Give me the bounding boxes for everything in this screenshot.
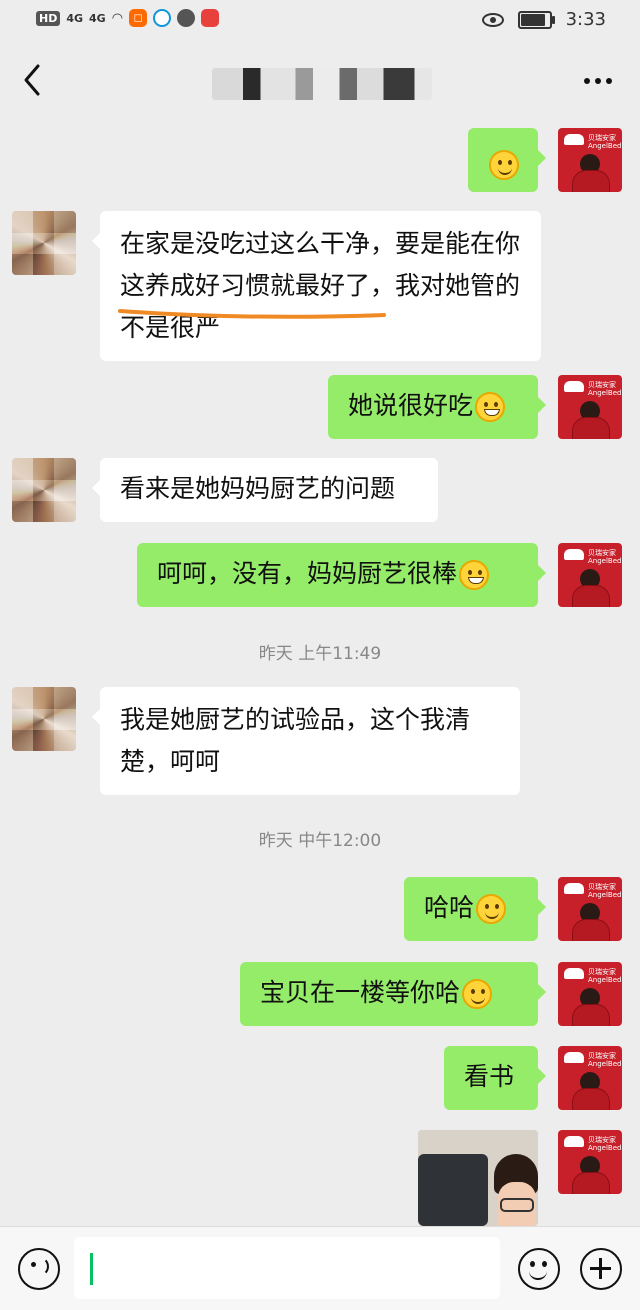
contact-avatar[interactable] (12, 458, 76, 522)
news-app-icon (201, 9, 220, 27)
timestamp: 昨天 中午12:00 (258, 831, 382, 851)
message-bubble[interactable]: 我是她厨艺的试验品，这个我清楚，呵呵 (92, 687, 520, 795)
message-row: 贝瑞安家 AngelBed (0, 1130, 640, 1226)
wifi-icon: ◠ (111, 10, 124, 26)
chevron-left-icon (24, 64, 40, 96)
message-bubble[interactable]: 呵呵，没有，妈妈厨艺很棒 (137, 543, 546, 607)
message-row: 哈哈 贝瑞安家 AngelBed (0, 877, 640, 943)
emoji-icon[interactable] (518, 1248, 560, 1290)
voice-icon[interactable] (18, 1248, 60, 1290)
message-bubble[interactable]: 看书 (444, 1046, 546, 1110)
message-icon (177, 9, 196, 27)
my-avatar[interactable]: 贝瑞安家 AngelBed (558, 1046, 622, 1110)
photo-message[interactable] (418, 1130, 538, 1226)
smiley-emoji-icon (489, 150, 519, 180)
message-bubble[interactable]: 哈哈 (404, 877, 546, 941)
back-button[interactable] (18, 60, 48, 100)
grin-emoji-icon (459, 560, 490, 590)
message-bubble[interactable]: 她说很好吃 (328, 375, 546, 439)
grin-emoji-icon (475, 392, 506, 422)
clock: 3:33 (565, 9, 606, 30)
message-row: 她说很好吃 贝瑞安家 AngelBed (0, 375, 640, 441)
chat-header (0, 48, 640, 118)
my-avatar[interactable]: 贝瑞安家 AngelBed (558, 375, 622, 439)
message-row: 看书 贝瑞安家 AngelBed (0, 1046, 640, 1112)
message-row: 在家是没吃过这么干净，要是能在你这养成好习惯就最好了，我对她管的不是很严 (0, 211, 640, 361)
my-avatar[interactable]: 贝瑞安家 AngelBed (558, 128, 622, 192)
message-bubble[interactable]: 宝贝在一楼等你哈 (240, 962, 546, 1026)
chat-title (212, 68, 432, 100)
hd-indicator: HD (36, 10, 61, 26)
app-notification-icon: ◻ (129, 9, 148, 27)
message-row: 我是她厨艺的试验品，这个我清楚，呵呵 (0, 687, 640, 795)
message-bubble[interactable]: 在家是没吃过这么干净，要是能在你这养成好习惯就最好了，我对她管的不是很严 (92, 211, 541, 361)
smiley-emoji-icon (476, 894, 507, 924)
my-avatar[interactable]: 贝瑞安家 AngelBed (558, 1130, 622, 1194)
message-row: 看来是她妈妈厨艺的问题 (0, 458, 640, 524)
more-button[interactable] (584, 68, 612, 94)
contact-avatar[interactable] (12, 211, 76, 275)
message-row: 呵呵，没有，妈妈厨艺很棒 贝瑞安家 AngelBed (0, 543, 640, 609)
timestamp: 昨天 上午11:49 (258, 644, 382, 664)
message-bubble[interactable]: 看来是她妈妈厨艺的问题 (92, 458, 438, 522)
message-row: 贝瑞安家 AngelBed (0, 128, 640, 194)
message-row: 宝贝在一楼等你哈 贝瑞安家 AngelBed (0, 962, 640, 1028)
my-avatar[interactable]: 贝瑞安家 AngelBed (558, 962, 622, 1026)
signal-2-icon: 4G (89, 11, 106, 25)
message-bubble[interactable] (468, 128, 546, 192)
more-dots-icon (584, 78, 590, 84)
contact-avatar[interactable] (12, 687, 76, 751)
battery-icon (517, 10, 555, 29)
plus-icon[interactable] (580, 1248, 622, 1290)
message-input[interactable] (74, 1237, 500, 1299)
eye-comfort-icon (481, 12, 504, 27)
smiley-emoji-icon (462, 979, 493, 1009)
app-notification-icon (153, 9, 172, 27)
status-bar: HD 4G 4G ◠ ◻ 3:33 (0, 0, 640, 44)
my-avatar[interactable]: 贝瑞安家 AngelBed (558, 543, 622, 607)
signal-1-icon: 4G (66, 11, 84, 25)
my-avatar[interactable]: 贝瑞安家 AngelBed (558, 877, 622, 941)
text-cursor (90, 1253, 93, 1285)
input-bar (0, 1226, 640, 1310)
highlight-underline (118, 309, 386, 319)
